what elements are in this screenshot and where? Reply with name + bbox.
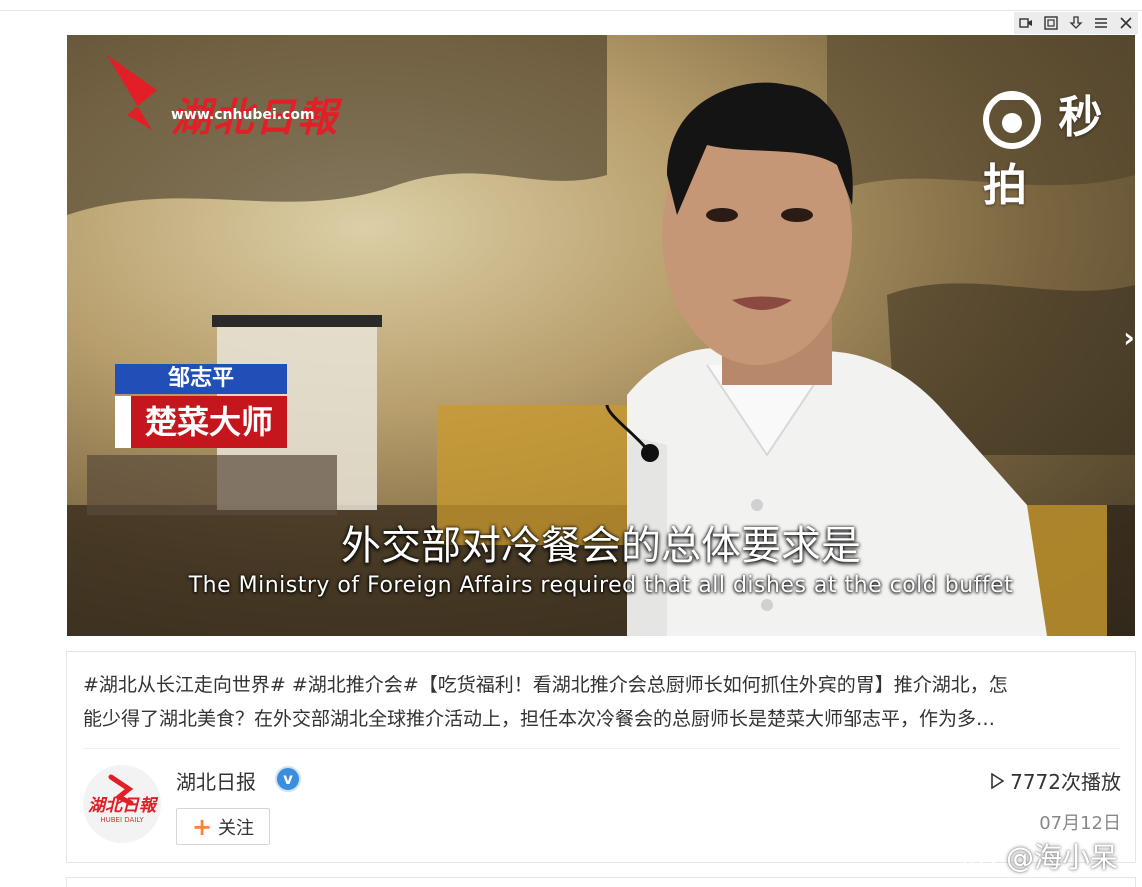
play-count-text: 7772次播放	[1010, 770, 1121, 794]
post-card: #湖北从长江走向世界# #湖北推介会#【吃货福利！看湖北推介会总厨师长如何抓住外…	[66, 651, 1136, 863]
name-caption: 邹志平	[115, 364, 287, 394]
play-icon	[991, 772, 1005, 789]
weibo-icon	[962, 843, 1000, 871]
card-divider	[83, 748, 1121, 749]
watermark-text: @海小呆	[1006, 841, 1119, 874]
hubei-daily-url: www.cnhubei.com	[171, 107, 315, 123]
next-post-card	[66, 877, 1136, 887]
avatar-logo-subtitle: HUBEI DAILY	[100, 816, 144, 824]
post-description-line: 能少得了湖北美食？在外交部湖北全球推介活动上，担任本次冷餐会的总厨师长是楚菜大师…	[83, 708, 996, 730]
avatar-logo-text: 湖北日報	[88, 796, 156, 816]
author-avatar[interactable]: 湖北日報 HUBEI DAILY	[83, 765, 161, 843]
video-player[interactable]: 湖北日報 www.cnhubei.com 秒拍 邹志平 楚菜大师 外交部对冷餐会…	[67, 35, 1135, 636]
weibo-watermark: @海小呆	[962, 836, 1118, 876]
play-count: 7772次播放	[990, 766, 1121, 795]
post-description[interactable]: #湖北从长江走向世界# #湖北推介会#【吃货福利！看湖北推介会总厨师长如何抓住外…	[83, 668, 1123, 736]
fullscreen-icon[interactable]	[1042, 14, 1060, 32]
miaopai-logo: 秒拍	[983, 81, 1135, 213]
title-caption: 楚菜大师	[131, 396, 287, 448]
author-name[interactable]: 湖北日报	[176, 766, 256, 795]
caption-accent	[115, 396, 131, 448]
camera-icon	[983, 91, 1041, 149]
menu-icon[interactable]	[1092, 14, 1110, 32]
plus-icon: +	[191, 812, 213, 841]
next-video-arrow-icon[interactable]: ›	[1116, 318, 1142, 358]
post-description-line: #湖北从长江走向世界# #湖北推介会#【吃货福利！看湖北推介会总厨师长如何抓住外…	[83, 674, 1008, 696]
video-icon[interactable]	[1017, 14, 1035, 32]
top-divider	[0, 10, 1142, 11]
download-icon[interactable]	[1067, 14, 1085, 32]
subtitle-chinese: 外交部对冷餐会的总体要求是	[341, 523, 861, 569]
post-date: 07月12日	[1039, 813, 1121, 834]
verified-badge-icon: v	[275, 766, 301, 792]
subtitle-english: The Ministry of Foreign Affairs required…	[188, 573, 1014, 598]
window-toolbar	[1014, 12, 1138, 34]
follow-button[interactable]: + 关注	[176, 808, 270, 845]
follow-label: 关注	[218, 817, 255, 839]
close-icon[interactable]	[1117, 14, 1135, 32]
